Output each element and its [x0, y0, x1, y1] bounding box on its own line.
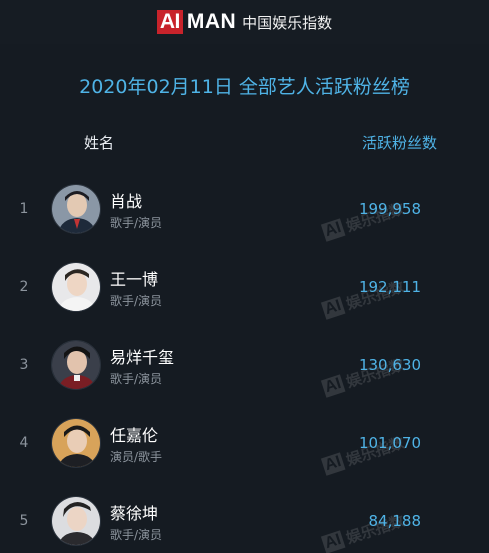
ranking-row[interactable]: 2 王一博 歌手/演员 AI 娱乐指数 192,111 — [0, 256, 489, 334]
active-fans-value: 84,188 — [368, 512, 422, 530]
artist-name[interactable]: 肖战 — [110, 188, 142, 212]
artist-avatar-icon[interactable] — [51, 340, 101, 390]
artist-role: 歌手/演员 — [110, 216, 163, 230]
artist-role: 歌手/演员 — [110, 294, 163, 308]
ranking-row[interactable]: 4 任嘉伦 演员/歌手 AI 娱乐指数 101,070 — [0, 412, 489, 490]
column-header-fans: 活跃粉丝数 — [361, 134, 437, 152]
rank-number: 2 — [19, 279, 29, 295]
active-fans-value: 199,958 — [358, 200, 421, 218]
brand-logo[interactable]: AI MAN 中国娱乐指数 — [156, 10, 333, 34]
artist-name[interactable]: 蔡徐坤 — [110, 500, 158, 524]
page-title: 2020年02月11日 全部艺人活跃粉丝榜 — [79, 76, 410, 98]
artist-name[interactable]: 王一博 — [110, 266, 158, 290]
logo-subtitle: 中国娱乐指数 — [242, 13, 333, 32]
artist-avatar-icon[interactable] — [51, 262, 101, 312]
logo-ai-mark: AI — [156, 10, 183, 34]
artist-role: 歌手/演员 — [110, 372, 163, 386]
logo-man-mark: MAN — [186, 10, 237, 33]
active-fans-value: 101,070 — [358, 434, 421, 452]
rank-number: 3 — [19, 357, 29, 373]
active-fans-value: 130,630 — [358, 356, 421, 374]
artist-avatar-icon[interactable] — [51, 184, 101, 234]
column-header-name: 姓名 — [84, 134, 115, 152]
rank-number: 5 — [19, 513, 29, 529]
ranking-row[interactable]: 3 易烊千玺 歌手/演员 AI 娱乐指数 130,630 — [0, 334, 489, 412]
artist-name[interactable]: 易烊千玺 — [110, 344, 174, 368]
ranking-row[interactable]: 5 蔡徐坤 歌手/演员 AI 娱乐指数 84,188 — [0, 490, 489, 553]
active-fans-value: 192,111 — [358, 278, 421, 296]
artist-avatar-icon[interactable] — [51, 418, 101, 468]
top-bar: AI MAN 中国娱乐指数 — [0, 0, 489, 44]
rank-number: 4 — [19, 435, 29, 451]
ranking-row[interactable]: 1 肖战 歌手/演员 AI 娱乐指数 199,958 — [0, 178, 489, 256]
artist-role: 演员/歌手 — [110, 450, 163, 464]
rank-number: 1 — [19, 201, 29, 217]
artist-avatar-icon[interactable] — [51, 496, 101, 546]
artist-role: 歌手/演员 — [110, 528, 163, 542]
artist-name[interactable]: 任嘉伦 — [110, 422, 158, 446]
